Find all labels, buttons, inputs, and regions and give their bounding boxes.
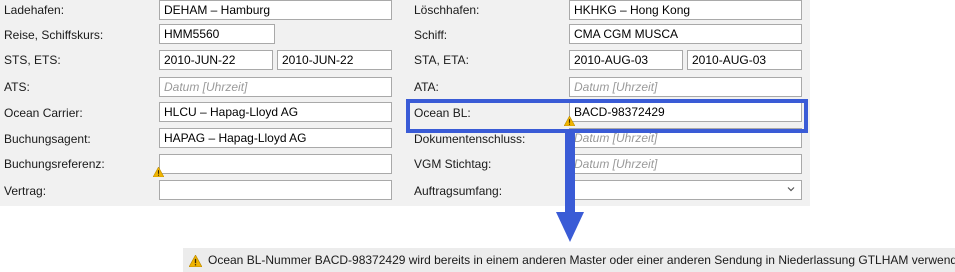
vgm-stichtag-field[interactable]: Datum [Uhrzeit] [569, 154, 802, 174]
buchungsreferenz-field[interactable] [159, 154, 392, 174]
reise-field[interactable]: HMM5560 [159, 24, 275, 44]
auftragsumfang-select[interactable] [569, 180, 802, 200]
vertrag-field[interactable] [159, 180, 392, 200]
dokumentenschluss-label: Dokumentenschluss: [414, 132, 526, 146]
annotation-arrow-shaft [565, 130, 575, 214]
ata-field[interactable]: Datum [Uhrzeit] [569, 77, 802, 97]
ats-label: ATS: [4, 80, 30, 94]
eta-field[interactable]: 2010-AUG-03 [687, 50, 802, 70]
sta-field[interactable]: 2010-AUG-03 [569, 50, 683, 70]
ocean-bl-label: Ocean BL: [414, 106, 471, 120]
vertrag-label: Vertrag: [4, 184, 47, 198]
ocean-carrier-label: Ocean Carrier: [4, 106, 83, 120]
warning-status-bar: Ocean BL-Nummer BACD-98372429 wird berei… [183, 248, 955, 272]
sts-field[interactable]: 2010-JUN-22 [159, 50, 273, 70]
schiff-field[interactable]: CMA CGM MUSCA [569, 24, 802, 44]
buchungsreferenz-label: Buchungsreferenz: [4, 157, 105, 171]
ocean-bl-field[interactable]: BACD-98372429 [569, 102, 802, 122]
annotation-arrow-head [556, 212, 584, 242]
warning-message: Ocean BL-Nummer BACD-98372429 wird berei… [208, 253, 955, 267]
chevron-down-icon[interactable] [786, 184, 796, 194]
ladehafen-field[interactable]: DEHAM – Hamburg [159, 0, 392, 20]
ata-label: ATA: [414, 80, 439, 94]
reise-label: Reise, Schiffskurs: [4, 28, 104, 42]
loeschhafen-label: Löschhafen: [414, 3, 480, 17]
shipment-form: Ladehafen: DEHAM – Hamburg Löschhafen: H… [0, 0, 810, 206]
warning-icon [153, 167, 164, 177]
buchungsagent-field[interactable]: HAPAG – Hapag-Lloyd AG [159, 128, 392, 148]
vgm-stichtag-label: VGM Stichtag: [414, 157, 492, 171]
schiff-label: Schiff: [414, 28, 448, 42]
sts-ets-label: STS, ETS: [4, 53, 61, 67]
ladehafen-label: Ladehafen: [4, 3, 65, 17]
warning-icon [189, 255, 202, 267]
ocean-carrier-field[interactable]: HLCU – Hapag-Lloyd AG [159, 102, 392, 122]
auftragsumfang-label: Auftragsumfang: [414, 184, 503, 198]
ats-field[interactable]: Datum [Uhrzeit] [159, 77, 392, 97]
dokumentenschluss-field[interactable]: Datum [Uhrzeit] [569, 128, 802, 148]
ets-field[interactable]: 2010-JUN-22 [277, 50, 392, 70]
warning-icon [564, 116, 575, 126]
buchungsagent-label: Buchungsagent: [4, 132, 91, 146]
sta-eta-label: STA, ETA: [414, 53, 469, 67]
loeschhafen-field[interactable]: HKHKG – Hong Kong [569, 0, 802, 20]
